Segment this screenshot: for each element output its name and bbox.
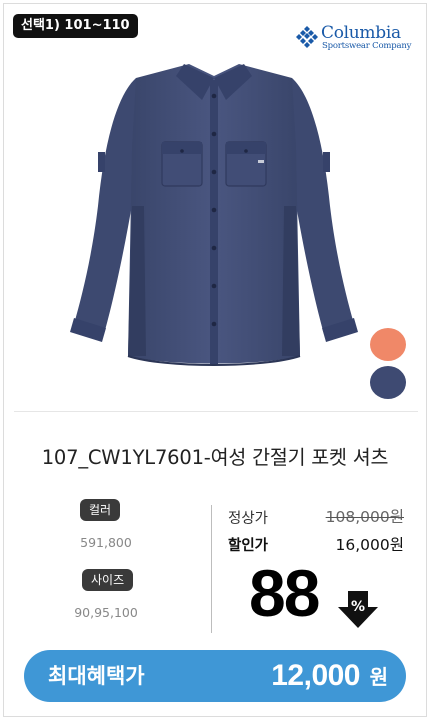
max-benefit-bar[interactable]: 최대혜택가 12,000 원 [24,650,406,702]
divider [14,411,418,412]
product-title: 107_CW1YL7601-여성 간절기 포켓 셔츠 [41,446,389,469]
discount-price: 16,000원 [335,536,405,554]
discount-rate: 88 [249,556,320,630]
size-values: 90,95,100 [74,605,138,620]
color-swatch-coral[interactable] [370,328,406,361]
percent-sign: % [351,599,365,615]
regular-price-label: 정상가 [228,511,269,527]
brand-subtitle: Sportswear Company [322,41,412,51]
size-label-badge: 사이즈 [82,569,134,591]
vertical-divider [211,505,212,633]
navy-shirt-image[interactable] [64,56,364,372]
brand-logo: Columbia Sportswear Company [295,23,415,54]
columbia-diamond-icon [296,26,318,48]
option-badge: 선택1) 101~110 [13,14,138,38]
max-benefit-price: 12,000 [271,659,360,692]
regular-price: 108,000원 [325,508,404,526]
color-swatch-navy[interactable] [370,366,406,399]
discount-price-label: 할인가 [228,538,269,554]
color-label-badge: 컬러 [80,499,121,521]
down-arrow-icon: % [338,591,378,628]
brand-name: Columbia [321,23,401,43]
max-benefit-label: 최대혜택가 [48,664,145,688]
color-values: 591,800 [80,535,132,550]
max-benefit-unit: 원 [369,665,388,689]
